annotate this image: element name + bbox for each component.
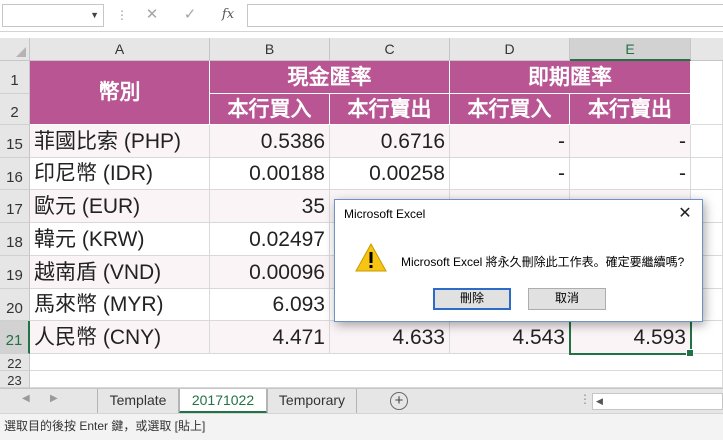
check-icon[interactable]: ✓ <box>180 5 200 25</box>
formula-input[interactable] <box>247 4 723 27</box>
cash-sell-cell[interactable]: 4.633 <box>330 321 450 354</box>
close-icon[interactable]: ✕ <box>142 5 162 25</box>
sheet-tab-bar: ◀ ▶ Template 20171022 Temporary + ⋮ ◀ <box>0 388 723 413</box>
cash-sell-cell[interactable]: 0.6716 <box>330 125 450 158</box>
cash-buy-cell[interactable]: 6.093 <box>210 289 330 321</box>
formula-bar: ▼ ⋮ ✕ ✓ fx <box>0 0 723 32</box>
name-box[interactable]: ▼ <box>2 4 104 27</box>
cash-buy-cell[interactable]: 0.00188 <box>210 158 330 190</box>
header-cash-buy[interactable]: 本行買入 <box>210 94 330 125</box>
currency-cell[interactable]: 菲國比索 (PHP) <box>30 125 210 158</box>
spot-sell-cell[interactable]: - <box>570 125 691 158</box>
empty-row[interactable] <box>30 354 723 371</box>
sheet-tab-temporary[interactable]: Temporary <box>267 389 357 413</box>
empty-cell[interactable] <box>691 125 723 158</box>
horizontal-scrollbar[interactable]: ◀ <box>592 393 723 410</box>
header-cash-sell[interactable]: 本行賣出 <box>330 94 450 125</box>
close-icon[interactable]: ✕ <box>674 203 696 225</box>
cancel-button[interactable]: 取消 <box>528 288 606 310</box>
column-header-b[interactable]: B <box>210 38 330 61</box>
row-header[interactable]: 20 <box>0 289 30 321</box>
dialog-message: Microsoft Excel 將永久刪除此工作表。確定要繼續嗎? <box>401 255 685 269</box>
currency-cell[interactable]: 人民幣 (CNY) <box>30 321 210 354</box>
empty-row[interactable] <box>30 371 723 388</box>
more-vertical-icon: ⋮ <box>116 8 128 22</box>
empty-cell[interactable] <box>691 61 723 125</box>
currency-cell[interactable]: 歐元 (EUR) <box>30 190 210 223</box>
column-header-e[interactable]: E <box>570 38 691 61</box>
dialog-title: Microsoft Excel <box>344 207 426 221</box>
spot-sell-cell[interactable]: 4.593 <box>570 321 691 354</box>
currency-cell[interactable]: 越南盾 (VND) <box>30 256 210 289</box>
tab-scroll-left-icon[interactable]: ◀ <box>22 393 30 404</box>
row-header[interactable]: 23 <box>0 371 30 388</box>
spot-buy-cell[interactable]: - <box>450 158 570 190</box>
cash-buy-cell[interactable]: 35 <box>210 190 330 223</box>
row-header[interactable]: 17 <box>0 190 30 223</box>
column-header-f[interactable] <box>691 38 723 61</box>
cash-buy-cell[interactable]: 0.5386 <box>210 125 330 158</box>
row-header[interactable]: 22 <box>0 354 30 371</box>
header-spot-buy[interactable]: 本行買入 <box>450 94 570 125</box>
row-header[interactable]: 1 <box>0 61 30 94</box>
cash-buy-cell[interactable]: 0.02497 <box>210 223 330 256</box>
row-header[interactable]: 16 <box>0 158 30 190</box>
sheet-tab-template[interactable]: Template <box>97 389 179 413</box>
row-header[interactable]: 15 <box>0 125 30 158</box>
delete-sheet-dialog: Microsoft Excel ✕ Microsoft Excel 將永久刪除此… <box>334 199 703 322</box>
tab-scroll-right-icon[interactable]: ▶ <box>50 393 58 404</box>
header-currency[interactable]: 幣別 <box>30 61 210 125</box>
row-header[interactable]: 18 <box>0 223 30 256</box>
cash-buy-cell[interactable]: 4.471 <box>210 321 330 354</box>
insert-function-button[interactable]: fx <box>218 5 238 25</box>
row-header[interactable]: 2 <box>0 94 30 125</box>
currency-cell[interactable]: 馬來幣 (MYR) <box>30 289 210 321</box>
warning-icon <box>355 243 387 272</box>
header-spot-sell[interactable]: 本行賣出 <box>570 94 691 125</box>
column-header-c[interactable]: C <box>330 38 450 61</box>
cash-sell-cell[interactable]: 0.00258 <box>330 158 450 190</box>
dialog-titlebar[interactable]: Microsoft Excel ✕ <box>335 200 702 229</box>
currency-cell[interactable]: 印尼幣 (IDR) <box>30 158 210 190</box>
select-all-corner[interactable] <box>0 38 30 61</box>
empty-cell[interactable] <box>691 158 723 190</box>
more-vertical-icon[interactable]: ⋮ <box>579 392 591 406</box>
row-header[interactable]: 21 <box>0 321 30 354</box>
column-header-a[interactable]: A <box>30 38 210 61</box>
spot-buy-cell[interactable]: - <box>450 125 570 158</box>
empty-cell[interactable] <box>691 321 723 354</box>
row-header[interactable]: 19 <box>0 256 30 289</box>
chevron-down-icon[interactable]: ▼ <box>90 10 99 20</box>
spot-sell-cell[interactable]: - <box>570 158 691 190</box>
spot-buy-cell[interactable]: 4.543 <box>450 321 570 354</box>
currency-cell[interactable]: 韓元 (KRW) <box>30 223 210 256</box>
header-spot-rate[interactable]: 即期匯率 <box>450 61 691 94</box>
cash-buy-cell[interactable]: 0.00096 <box>210 256 330 289</box>
plus-circle-icon[interactable]: + <box>390 392 408 410</box>
dialog-body: Microsoft Excel 將永久刪除此工作表。確定要繼續嗎? 刪除 取消 <box>335 229 702 321</box>
status-bar: 選取目的後按 Enter 鍵，或選取 [貼上] <box>0 413 723 440</box>
header-cash-rate[interactable]: 現金匯率 <box>210 61 450 94</box>
delete-button[interactable]: 刪除 <box>433 288 511 310</box>
sheet-tab-20171022[interactable]: 20171022 <box>179 389 267 413</box>
scroll-left-icon[interactable]: ◀ <box>596 396 603 407</box>
column-header-d[interactable]: D <box>450 38 570 61</box>
